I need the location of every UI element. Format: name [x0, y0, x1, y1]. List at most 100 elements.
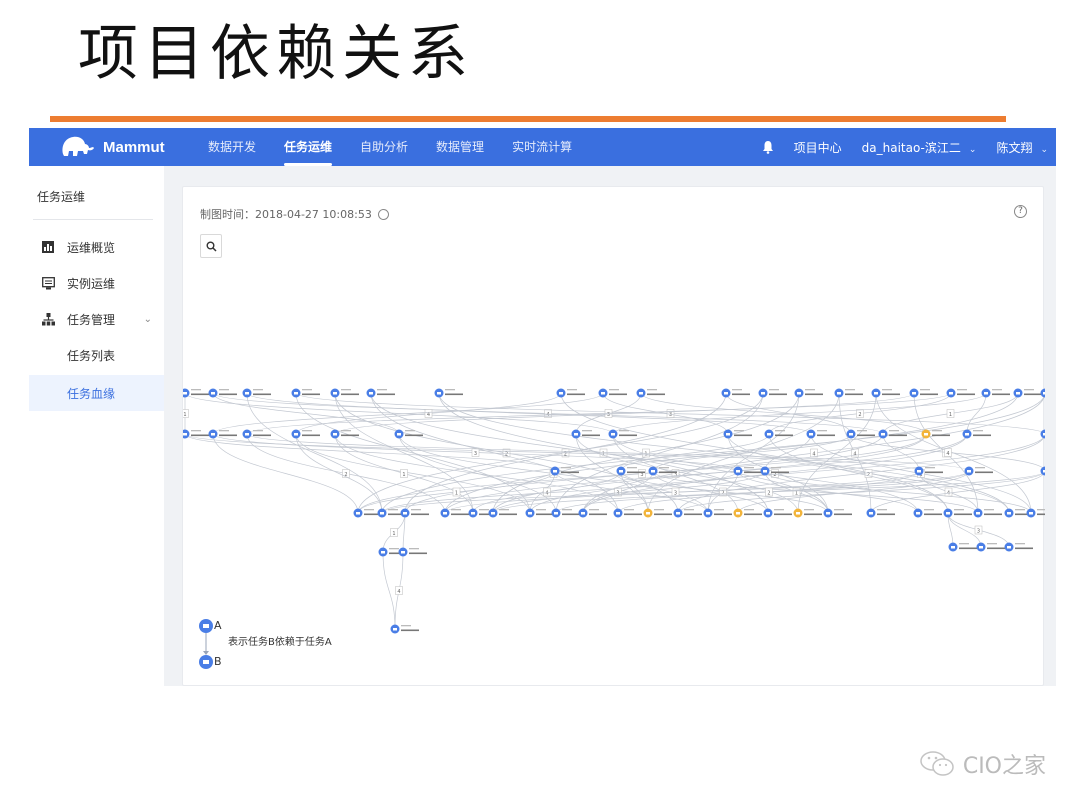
slide-title: 项目依赖关系 [78, 19, 474, 89]
task-node-name [609, 393, 627, 396]
task-node-name [857, 434, 875, 437]
task-node-id [804, 509, 814, 511]
task-node-icon [976, 512, 980, 515]
bell-icon[interactable] [762, 140, 774, 154]
task-node-icon [294, 433, 298, 436]
task-node-icon [706, 512, 710, 515]
draw-time: 制图时间： 2018-04-27 10:08:53 [200, 206, 389, 222]
chevron-down-icon: ⌄ [968, 144, 977, 155]
project-center-link[interactable]: 项目中心 [794, 139, 842, 156]
nav-realtime-compute[interactable]: 实时流计算 [498, 128, 586, 166]
task-node-icon [183, 392, 187, 395]
legend-label-b: B [214, 655, 222, 668]
task-node-icon [874, 392, 878, 395]
task-node-name [536, 513, 554, 516]
task-node-name [341, 393, 359, 396]
task-node-name [1015, 547, 1033, 550]
task-node-icon [826, 512, 830, 515]
sidebar-item-instance-ops[interactable]: 实例运维 [29, 265, 164, 301]
nav-data-management[interactable]: 数据管理 [422, 128, 498, 166]
task-node-id [409, 548, 419, 550]
edge-label: 4 [397, 589, 400, 595]
draw-time-value: 2018-04-27 10:08:53 [255, 207, 372, 221]
help-icon[interactable]: ? [1014, 205, 1027, 218]
task-node-id [364, 509, 374, 511]
sidebar: 任务运维 运维概览 实例运维 任务管理 ⌄ 任务列表 任务血缘 [29, 166, 164, 686]
project-selector[interactable]: da_haitao-滨江二 ⌄ [862, 139, 977, 156]
task-node-name [302, 434, 320, 437]
top-navbar: Mammut 数据开发 任务运维 自助分析 数据管理 实时流计算 项目中心 da… [29, 128, 1056, 166]
task-node-id [388, 509, 398, 511]
task-node-name [1037, 513, 1045, 516]
nav-self-analysis[interactable]: 自助分析 [346, 128, 422, 166]
task-node-id [954, 509, 964, 511]
task-node-icon [949, 392, 953, 395]
task-node-name [954, 513, 972, 516]
task-node-icon [1016, 392, 1020, 395]
task-node-id [411, 509, 421, 511]
task-node-id [775, 430, 785, 432]
task-node-id [627, 467, 637, 469]
nav-task-ops[interactable]: 任务运维 [270, 128, 346, 166]
task-node-id [732, 389, 742, 391]
task-node-icon [984, 392, 988, 395]
lineage-graph[interactable]: 14321432143214321432143214321432143 [183, 377, 1045, 647]
task-node-id [973, 430, 983, 432]
task-node-id [744, 467, 754, 469]
nav-data-dev[interactable]: 数据开发 [194, 128, 270, 166]
brand-logo[interactable]: Mammut [59, 134, 165, 160]
task-node-icon [736, 512, 740, 515]
chevron-down-icon: ⌄ [1040, 144, 1048, 155]
task-node-icon [619, 470, 623, 473]
task-node-id [924, 509, 934, 511]
sidebar-item-ops-overview[interactable]: 运维概览 [29, 229, 164, 265]
edge-label: 2 [505, 452, 508, 458]
edge-label: 1 [183, 412, 186, 418]
task-node-id [341, 389, 351, 391]
task-node-icon [403, 512, 407, 515]
task-node-id [684, 509, 694, 511]
task-node-name [804, 513, 822, 516]
task-node-icon [574, 433, 578, 436]
task-node-icon [611, 433, 615, 436]
dependency-edge [677, 470, 1045, 514]
sidebar-item-task-list[interactable]: 任务列表 [29, 337, 164, 373]
task-node-name [877, 513, 895, 516]
title-underline [50, 116, 1006, 122]
search-button[interactable] [200, 234, 222, 258]
edge-label: 1 [949, 412, 952, 418]
sidebar-item-task-lineage[interactable]: 任务血缘 [29, 375, 164, 411]
task-node-id [302, 389, 312, 391]
task-node-id [253, 389, 263, 391]
task-node-icon [381, 551, 385, 554]
task-node-id [609, 389, 619, 391]
task-node-icon [965, 433, 969, 436]
task-node-id [975, 467, 985, 469]
refresh-icon[interactable] [377, 208, 389, 220]
edge-label: 3 [669, 412, 672, 418]
legend-label-a: A [214, 619, 222, 632]
topbar-right: 项目中心 da_haitao-滨江二 ⌄ 陈文翔 ⌄ [762, 128, 1048, 166]
task-node-name [191, 434, 209, 437]
user-menu[interactable]: 陈文翔 ⌄ [996, 139, 1048, 156]
task-node-name [975, 471, 993, 474]
task-node-name [377, 393, 395, 396]
task-node-id [589, 509, 599, 511]
task-node-icon [333, 392, 337, 395]
task-node-id [377, 389, 387, 391]
task-node-name [769, 393, 787, 396]
task-node-icon [616, 512, 620, 515]
task-node-id [744, 509, 754, 511]
task-node-id [845, 389, 855, 391]
task-node-name [451, 513, 469, 516]
task-node-id [992, 389, 1002, 391]
task-node-name [582, 434, 600, 437]
task-node-icon [333, 433, 337, 436]
task-node-name [817, 434, 835, 437]
sidebar-item-task-management[interactable]: 任务管理 ⌄ [29, 301, 164, 337]
task-node-id [771, 467, 781, 469]
task-node-id [920, 389, 930, 391]
task-node-icon [183, 433, 187, 436]
task-node-id [984, 509, 994, 511]
task-node-id [932, 430, 942, 432]
